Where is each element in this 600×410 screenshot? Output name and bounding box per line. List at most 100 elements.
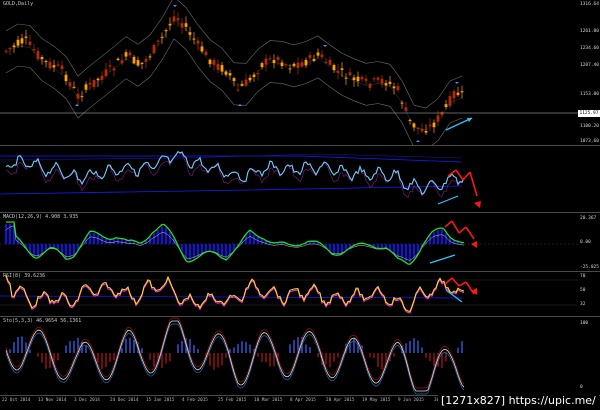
stochastic-bar bbox=[261, 353, 263, 362]
stochastic-bar bbox=[393, 353, 395, 357]
price-chart-canvas[interactable] bbox=[0, 0, 578, 145]
rsi-tick: 50 bbox=[580, 288, 586, 293]
price-tick: 1153.00 bbox=[580, 92, 599, 97]
time-tick: 3 Dec 2014 bbox=[74, 398, 100, 403]
mt4-chart-window[interactable]: GOLD,Daily 1316.64 1261.00 1234.60 1207.… bbox=[0, 0, 600, 410]
stochastic-bar bbox=[289, 344, 291, 353]
rsi-pane[interactable]: RSI(8) 39.6236 bbox=[0, 272, 578, 316]
candle-body bbox=[28, 41, 32, 45]
stochastic-bar bbox=[233, 347, 235, 353]
macd-histogram-bar bbox=[249, 231, 251, 245]
stochastic-bar bbox=[265, 353, 267, 363]
candle-body bbox=[228, 73, 232, 76]
macd-histogram-bar bbox=[261, 238, 263, 245]
annotation-zigzag-segment bbox=[451, 277, 460, 287]
candle-body bbox=[172, 16, 176, 22]
stochastic-pane[interactable]: Sto(5,3,3) 46.9654 56.1361 bbox=[0, 317, 578, 395]
annotation-cyan-line bbox=[445, 289, 463, 303]
macd-histogram-bar bbox=[89, 232, 91, 245]
candle-body bbox=[360, 76, 364, 80]
candle-body bbox=[452, 91, 456, 99]
candle-body bbox=[204, 51, 208, 55]
candle-body bbox=[24, 36, 28, 38]
candle-body bbox=[116, 58, 120, 61]
candle-body bbox=[52, 65, 56, 68]
candle-body bbox=[248, 77, 252, 81]
macd-histogram-bar bbox=[29, 244, 31, 253]
macd-histogram-bar bbox=[97, 234, 99, 245]
candle-body bbox=[160, 36, 164, 38]
stochastic-bar bbox=[9, 349, 11, 353]
stochastic-bar bbox=[337, 353, 339, 358]
stochastic-bar bbox=[45, 353, 47, 369]
macd-histogram-bar bbox=[33, 244, 35, 257]
stochastic-bar bbox=[225, 353, 227, 359]
macd-histogram-bar bbox=[441, 229, 443, 245]
macd-histogram-bar bbox=[253, 234, 255, 245]
candle-body bbox=[4, 50, 8, 52]
stochastic-bar bbox=[249, 344, 251, 353]
rsi-secondary-line bbox=[5, 276, 465, 314]
candle-body bbox=[144, 58, 148, 62]
macd-histogram-bar bbox=[129, 240, 131, 245]
candle-body bbox=[44, 60, 48, 62]
stochastic-label: Sto(5,3,3) 46.9654 56.1361 bbox=[3, 318, 82, 324]
macd-histogram-bar bbox=[189, 244, 191, 261]
candle-body bbox=[316, 52, 320, 56]
stochastic-bar bbox=[57, 353, 59, 361]
symbol-label: GOLD,Daily bbox=[3, 1, 34, 7]
candle-body bbox=[36, 51, 40, 60]
candle-body bbox=[64, 74, 68, 82]
macd-histogram-bar bbox=[221, 244, 223, 257]
stochastic-bar bbox=[217, 353, 219, 368]
candle-body bbox=[80, 96, 84, 98]
candle-body bbox=[372, 78, 376, 80]
time-tick: 18 Mar 2015 bbox=[254, 398, 283, 403]
time-tick: 8 Apr 2015 bbox=[290, 398, 316, 403]
annotation-zigzag-head bbox=[474, 201, 481, 208]
candle-body bbox=[268, 58, 272, 60]
candle-body bbox=[244, 79, 248, 86]
candle-body bbox=[348, 72, 352, 76]
oscillator-canvas-1 bbox=[0, 150, 481, 208]
candle-body bbox=[252, 74, 256, 77]
macd-histogram-bar bbox=[337, 244, 339, 255]
price-pane[interactable]: GOLD,Daily bbox=[0, 0, 578, 145]
stochastic-bar bbox=[293, 340, 295, 353]
stochastic-bar bbox=[417, 340, 419, 353]
stochastic-bar bbox=[101, 353, 103, 369]
candle-body bbox=[216, 63, 220, 70]
candle-body bbox=[284, 64, 288, 66]
stochastic-bar bbox=[445, 353, 447, 362]
macd-histogram-bar bbox=[109, 239, 111, 245]
macd-tick: -25.025 bbox=[580, 265, 599, 270]
macd-histogram-bar bbox=[125, 240, 127, 245]
candle-body bbox=[156, 40, 160, 42]
candle-body bbox=[352, 77, 356, 81]
stochastic-bar bbox=[273, 353, 275, 367]
stochastic-bar bbox=[65, 345, 67, 353]
stochastic-bar bbox=[429, 353, 431, 361]
candle-body bbox=[164, 30, 168, 32]
stochastic-bar bbox=[369, 353, 371, 358]
annotation-cyan-line bbox=[437, 195, 459, 205]
oscillator-pane-1[interactable] bbox=[0, 146, 578, 212]
macd-histogram-bar bbox=[217, 244, 219, 255]
candle-body bbox=[404, 107, 408, 111]
candle-body bbox=[196, 40, 200, 44]
macd-histogram-bar bbox=[37, 244, 39, 257]
candle-body bbox=[76, 93, 80, 99]
price-axis: 1316.64 1261.00 1234.60 1207.40 1153.00 … bbox=[578, 0, 600, 145]
time-tick: 19 May 2015 bbox=[362, 398, 391, 403]
stochastic-bar bbox=[161, 353, 163, 369]
price-tick: 1316.64 bbox=[580, 2, 599, 7]
stochastic-bar bbox=[133, 340, 135, 353]
time-tick: 28 Apr 2015 bbox=[326, 398, 355, 403]
candle-body bbox=[400, 102, 404, 104]
stochastic-bar bbox=[305, 344, 307, 353]
candle-body bbox=[388, 81, 392, 84]
macd-histogram-bar bbox=[225, 244, 227, 259]
macd-tick: 20.367 bbox=[580, 216, 597, 221]
stochastic-bar bbox=[409, 340, 411, 353]
macd-pane[interactable]: MACD(12,26,9) 4.908 3.935 bbox=[0, 213, 578, 271]
